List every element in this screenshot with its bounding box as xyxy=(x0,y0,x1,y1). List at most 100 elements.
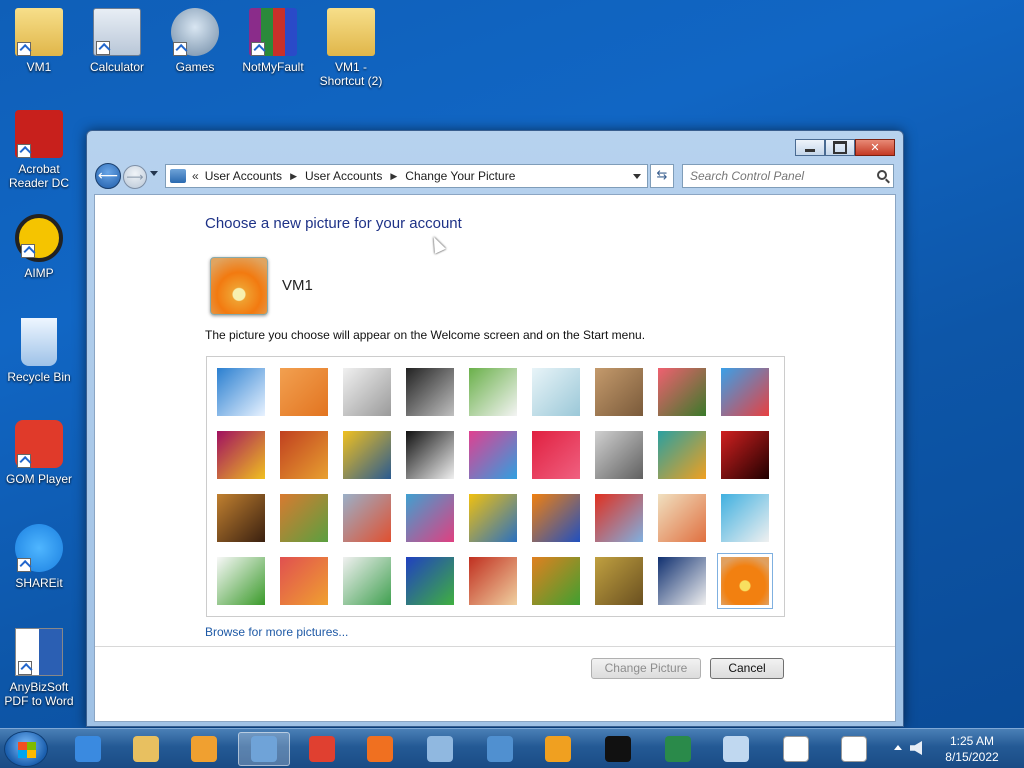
taskbar-media-player[interactable] xyxy=(178,732,230,766)
volume-icon[interactable] xyxy=(910,741,922,755)
picture-stairs[interactable] xyxy=(658,431,706,479)
start-button[interactable] xyxy=(4,731,48,767)
picture-doll[interactable] xyxy=(658,494,706,542)
picture-description: The picture you choose will appear on th… xyxy=(205,328,646,342)
desktop-icon-label: Acrobat Reader DC xyxy=(8,162,70,190)
desktop-icon[interactable]: VM1 xyxy=(0,8,78,74)
picture-sailboat[interactable] xyxy=(721,494,769,542)
address-overflow[interactable]: « xyxy=(192,169,199,183)
desktop-icon[interactable]: Recycle Bin xyxy=(0,318,78,384)
picture-turntable[interactable] xyxy=(406,368,454,416)
taskbar-windows-update[interactable] xyxy=(532,732,584,766)
taskbar-task-manager[interactable] xyxy=(652,732,704,766)
file-explorer-icon xyxy=(133,736,159,762)
refresh-button[interactable]: ⇆ xyxy=(650,164,674,188)
browse-link[interactable]: Browse for more pictures... xyxy=(205,625,348,639)
taskbar-chrome[interactable] xyxy=(296,732,348,766)
close-button[interactable]: ✕ xyxy=(855,139,895,156)
taskbar-magnifier[interactable] xyxy=(414,732,466,766)
picture-butterfly[interactable] xyxy=(532,557,580,605)
picture-flower-pink[interactable] xyxy=(658,368,706,416)
desktop-icon[interactable]: VM1 - Shortcut (2) xyxy=(312,8,390,88)
notepad-file-icon xyxy=(723,736,749,762)
change-picture-button[interactable]: Change Picture xyxy=(591,658,701,679)
picture-gyroscope[interactable] xyxy=(532,368,580,416)
system-tray: 1:25 AM 8/15/2022 xyxy=(894,729,1024,768)
desktop-icon[interactable]: Games xyxy=(156,8,234,74)
recent-pages-dropdown[interactable] xyxy=(150,171,158,176)
forward-button[interactable]: ⟶ xyxy=(123,165,147,189)
picture-marbles[interactable] xyxy=(343,557,391,605)
desktop-icon[interactable]: SHAREit xyxy=(0,524,78,590)
clock-time[interactable]: 1:25 AM xyxy=(940,734,1004,748)
aimp-icon xyxy=(15,214,63,262)
taskbar-control-panel[interactable] xyxy=(238,732,290,766)
picture-sunflower[interactable] xyxy=(469,494,517,542)
desktop-icon[interactable]: Calculator xyxy=(78,8,156,74)
address-dropdown-icon[interactable] xyxy=(633,174,641,179)
picture-lighthouse[interactable] xyxy=(658,557,706,605)
picture-kitten[interactable] xyxy=(595,368,643,416)
picture-origami-crane[interactable] xyxy=(721,431,769,479)
acrobat-icon xyxy=(15,110,63,158)
back-button[interactable]: ⟵ xyxy=(95,163,121,189)
address-bar[interactable]: « User Accounts ▶ User Accounts ▶ Change… xyxy=(165,164,648,188)
picture-fish[interactable] xyxy=(532,494,580,542)
picture-paper-star[interactable] xyxy=(532,431,580,479)
breadcrumb-user-accounts-2[interactable]: User Accounts xyxy=(305,169,382,183)
picture-textile[interactable] xyxy=(280,557,328,605)
picture-leaf[interactable] xyxy=(343,431,391,479)
picture-hot-air-balloon[interactable] xyxy=(595,494,643,542)
picture-ball[interactable] xyxy=(217,431,265,479)
picture-orange-daisy[interactable] xyxy=(717,553,773,609)
shortcut-arrow-icon xyxy=(17,454,31,468)
picture-woven-pattern[interactable] xyxy=(469,557,517,605)
picture-spiral-shell[interactable] xyxy=(595,557,643,605)
folder-user-icon xyxy=(15,8,63,56)
picture-toy-robot[interactable] xyxy=(343,494,391,542)
picture-starfish[interactable] xyxy=(280,368,328,416)
desktop-icon[interactable]: AnyBizSoft PDF to Word xyxy=(0,628,78,708)
search-input[interactable]: Search Control Panel xyxy=(682,164,894,188)
taskbar-remote-desktop[interactable] xyxy=(474,732,526,766)
clock-date[interactable]: 8/15/2022 xyxy=(940,750,1004,764)
taskbar-blank-document-2[interactable] xyxy=(828,732,880,766)
taskbar-notepad-file[interactable] xyxy=(710,732,762,766)
picture-roller-coaster[interactable] xyxy=(217,368,265,416)
picture-crayons[interactable] xyxy=(469,431,517,479)
search-icon[interactable] xyxy=(877,170,887,180)
picture-soccer-ball[interactable] xyxy=(217,557,265,605)
breadcrumb-user-accounts-1[interactable]: User Accounts xyxy=(205,169,282,183)
show-hidden-icons-icon[interactable] xyxy=(894,745,902,750)
maximize-button[interactable] xyxy=(825,139,855,156)
content-pane: Choose a new picture for your account VM… xyxy=(94,194,896,722)
picture-jacks[interactable] xyxy=(595,431,643,479)
picture-scarf[interactable] xyxy=(406,494,454,542)
minimize-button[interactable] xyxy=(795,139,825,156)
desktop-icon[interactable]: NotMyFault xyxy=(234,8,312,74)
taskbar-blank-document[interactable] xyxy=(770,732,822,766)
taskbar-command-prompt[interactable] xyxy=(592,732,644,766)
taskbar-internet-explorer[interactable] xyxy=(62,732,114,766)
taskbar-firefox[interactable] xyxy=(354,732,406,766)
desktop-icon[interactable]: GOM Player xyxy=(0,420,78,486)
breadcrumb-arrow-icon[interactable]: ▶ xyxy=(390,171,397,182)
picture-dog[interactable] xyxy=(406,431,454,479)
internet-explorer-icon xyxy=(75,736,101,762)
picture-guitar[interactable] xyxy=(217,494,265,542)
picture-window[interactable] xyxy=(406,557,454,605)
pdf-to-word-icon xyxy=(15,628,63,676)
picture-pomeranian[interactable] xyxy=(280,494,328,542)
breadcrumb-change-picture[interactable]: Change Your Picture xyxy=(405,169,515,183)
picture-lucky-cat[interactable] xyxy=(469,368,517,416)
cancel-button[interactable]: Cancel xyxy=(710,658,784,679)
desktop-icon[interactable]: AIMP xyxy=(0,214,78,280)
taskbar-file-explorer[interactable] xyxy=(120,732,172,766)
picture-robot-dog[interactable] xyxy=(343,368,391,416)
desktop-icon[interactable]: Acrobat Reader DC xyxy=(0,110,78,190)
breadcrumb-arrow-icon[interactable]: ▶ xyxy=(290,171,297,182)
desktop-icon-label: NotMyFault xyxy=(242,60,304,74)
picture-fabric[interactable] xyxy=(280,431,328,479)
media-player-icon xyxy=(191,736,217,762)
picture-ferris-wheel[interactable] xyxy=(721,368,769,416)
